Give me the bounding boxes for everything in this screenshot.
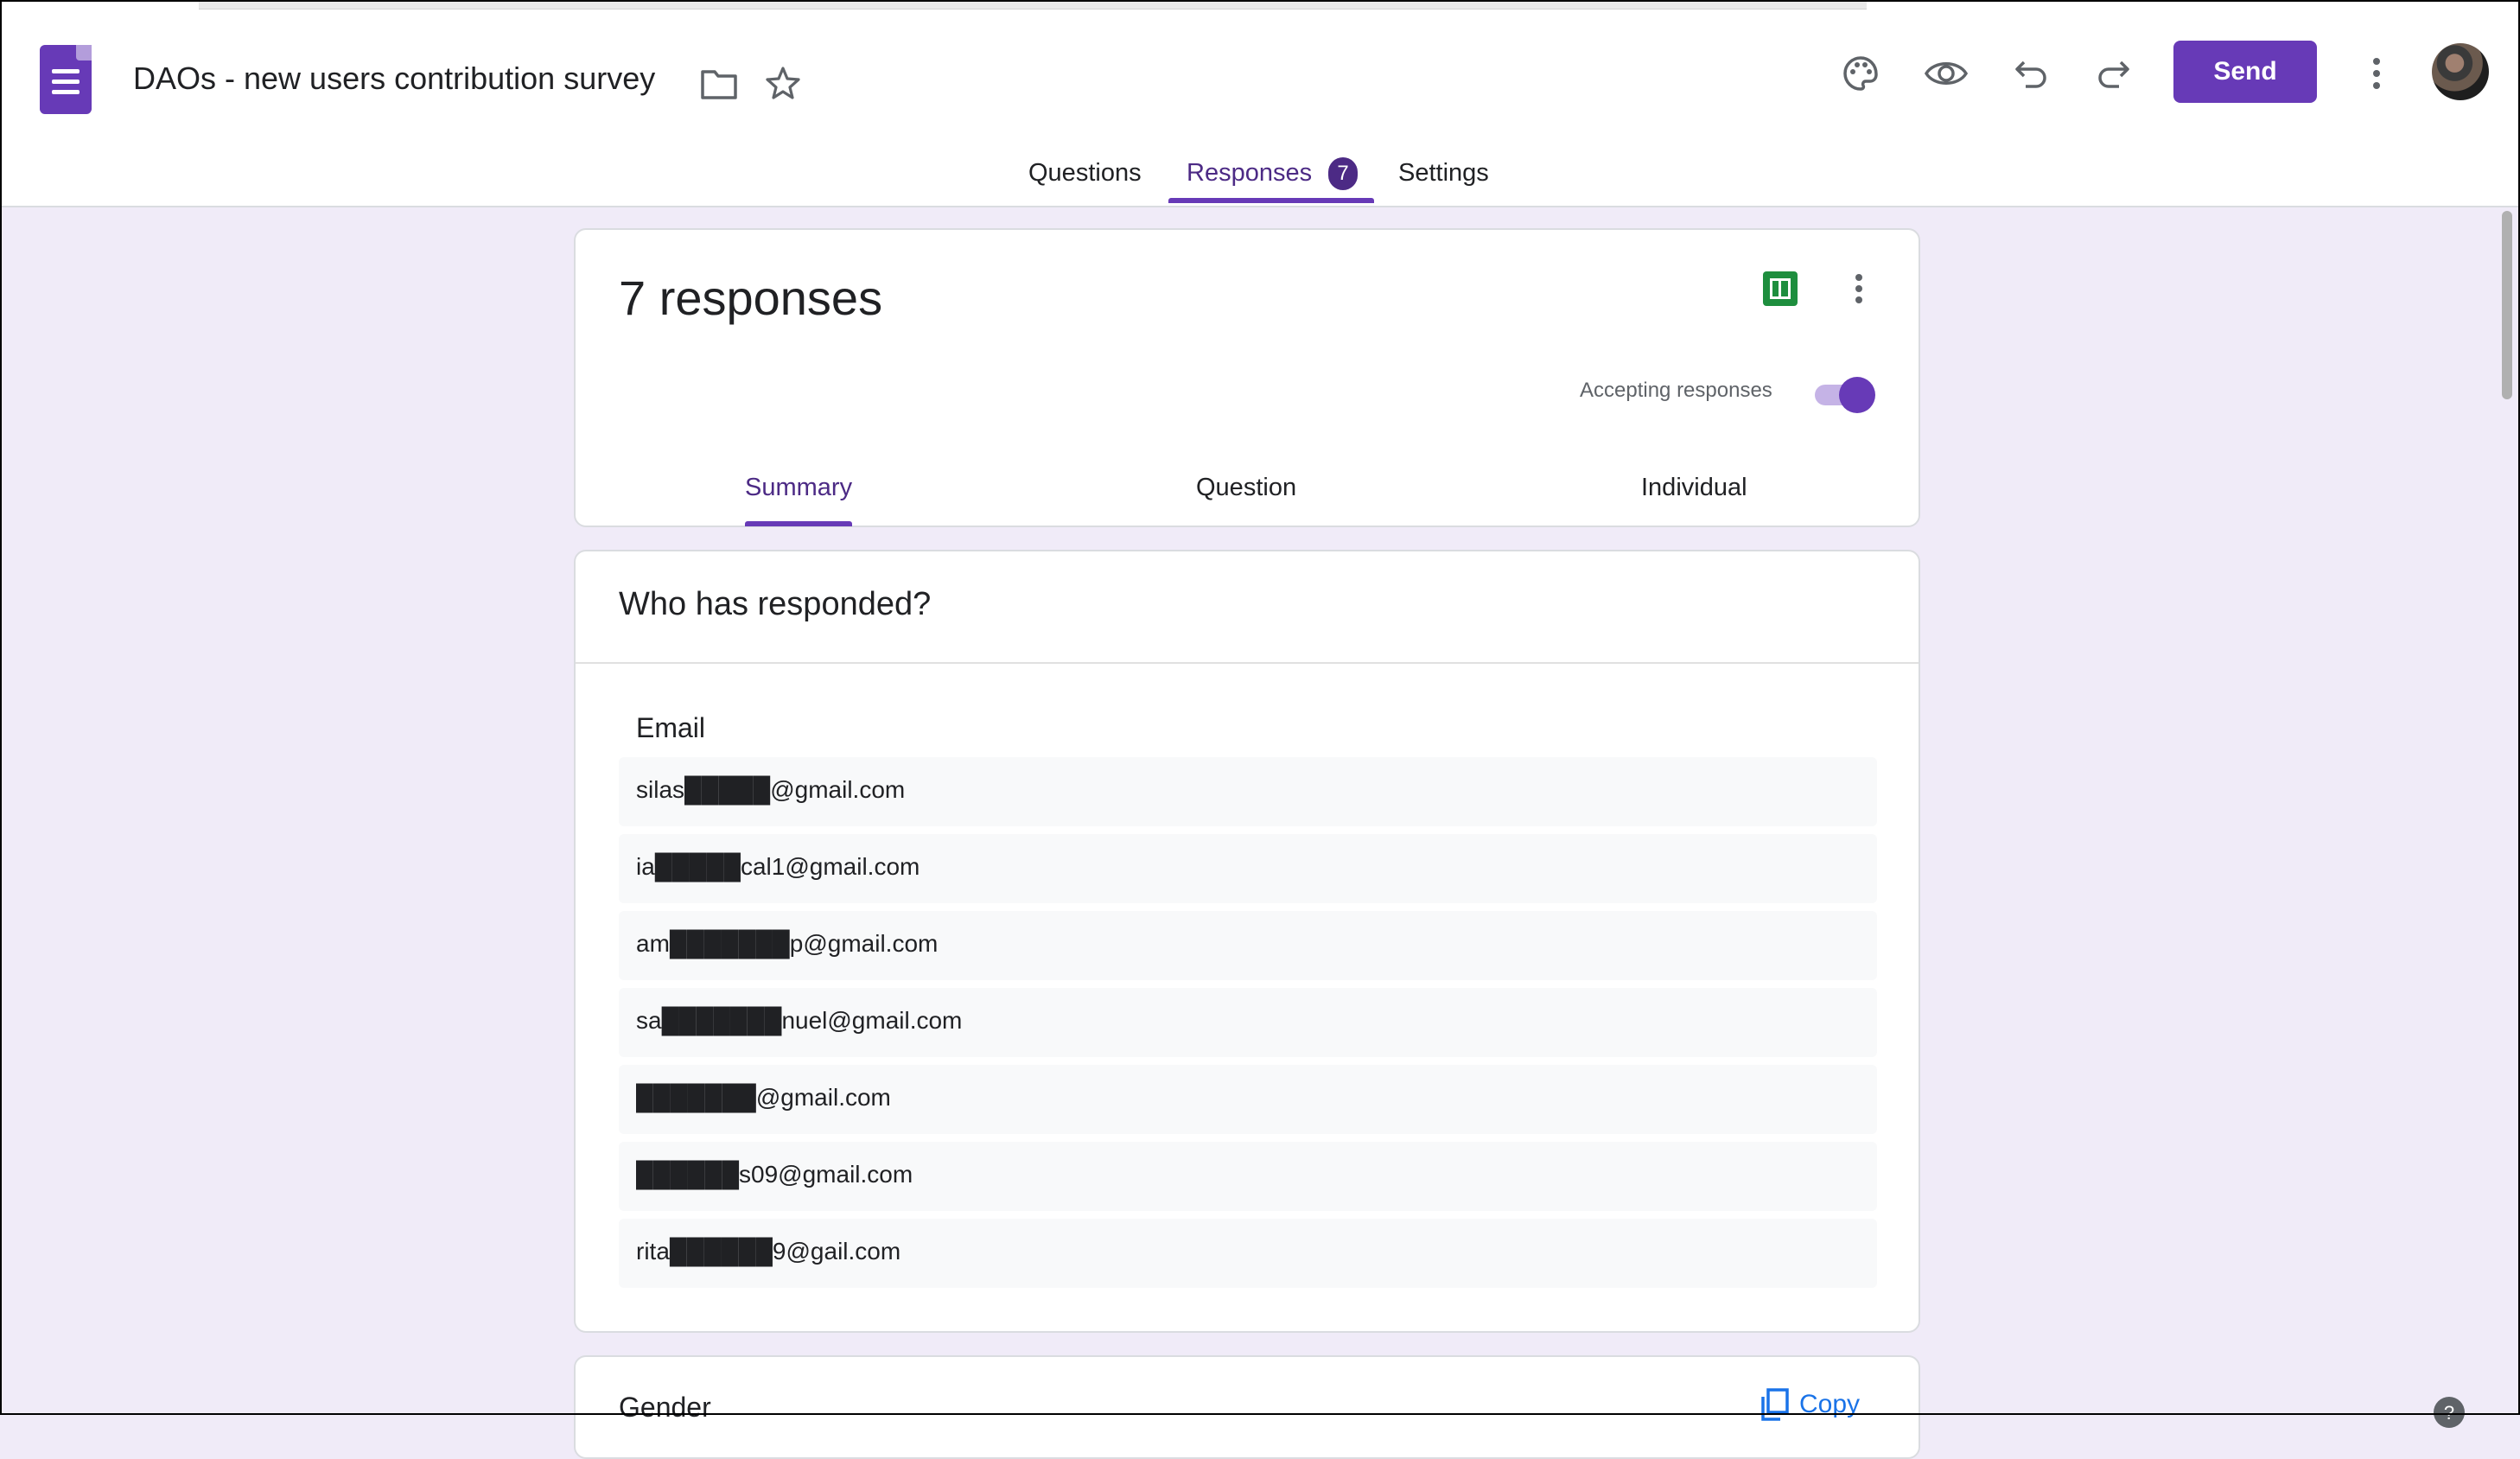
form-title[interactable]: DAOs - new users contribution survey (133, 61, 655, 97)
copy-chart-button[interactable]: Copy (1760, 1388, 1860, 1421)
email-row: sa███████nuel@gmail.com (619, 988, 1877, 1057)
accepting-responses-toggle[interactable] (1813, 377, 1875, 413)
undo-icon[interactable] (2010, 52, 2052, 93)
preview-eye-icon[interactable] (1922, 52, 1970, 95)
toggle-thumb (1839, 377, 1875, 413)
link-to-sheets-icon[interactable] (1763, 271, 1798, 306)
section-title: Who has responded? (619, 586, 932, 622)
who-has-responded-card: Who has responded? Email silas█████@gmai… (574, 550, 1920, 1333)
redo-icon[interactable] (2093, 52, 2135, 93)
subtab-question[interactable]: Question (1196, 474, 1296, 502)
email-text: ia█████cal1@gmail.com (636, 853, 920, 880)
copy-icon (1761, 1388, 1789, 1421)
more-options-icon[interactable] (1846, 270, 1872, 308)
browser-top-strip (199, 0, 1867, 10)
email-text: ██████s09@gmail.com (636, 1161, 913, 1188)
tab-questions[interactable]: Questions (1028, 159, 1142, 188)
help-icon[interactable]: ? (2430, 1393, 2468, 1431)
accepting-responses-label: Accepting responses (1580, 379, 1772, 402)
account-avatar[interactable] (2432, 43, 2489, 100)
email-text: silas█████@gmail.com (636, 776, 906, 803)
palette-icon[interactable] (1839, 52, 1882, 95)
email-row: am███████p@gmail.com (619, 911, 1877, 980)
email-column-header: Email (636, 712, 706, 743)
responses-count: 7 responses (619, 271, 883, 325)
google-forms-logo-icon[interactable] (40, 45, 92, 114)
email-row: ia█████cal1@gmail.com (619, 834, 1877, 903)
active-tab-indicator (1168, 198, 1374, 203)
page-scrollbar[interactable] (2499, 207, 2515, 1409)
subtab-individual[interactable]: Individual (1641, 474, 1747, 502)
email-row: rita██████9@gail.com (619, 1219, 1877, 1288)
active-subtab-indicator (745, 521, 852, 526)
section-divider (576, 662, 1919, 664)
more-options-icon[interactable] (2359, 52, 2394, 95)
star-icon[interactable] (762, 62, 804, 104)
email-text: rita██████9@gail.com (636, 1238, 901, 1265)
email-text: ███████@gmail.com (636, 1084, 891, 1111)
email-row: ███████@gmail.com (619, 1065, 1877, 1134)
email-row: silas█████@gmail.com (619, 757, 1877, 826)
move-to-folder-icon[interactable] (698, 64, 740, 104)
subtab-summary[interactable]: Summary (745, 474, 852, 502)
email-row: ██████s09@gmail.com (619, 1142, 1877, 1211)
email-text: am███████p@gmail.com (636, 930, 939, 957)
tab-settings[interactable]: Settings (1398, 159, 1489, 188)
responses-summary-card: 7 responses Accepting responses Summary … (574, 228, 1920, 527)
question-title: Gender (619, 1392, 711, 1423)
tab-responses[interactable]: Responses (1187, 159, 1312, 188)
svg-text:?: ? (2444, 1402, 2454, 1424)
gender-card: Gender Copy (574, 1355, 1920, 1459)
responses-count-badge: 7 (1328, 157, 1358, 190)
scrollbar-thumb[interactable] (2502, 211, 2512, 399)
email-text: sa███████nuel@gmail.com (636, 1007, 963, 1034)
app-header: DAOs - new users contribution survey Sen… (0, 0, 2520, 207)
send-button[interactable]: Send (2173, 41, 2317, 103)
